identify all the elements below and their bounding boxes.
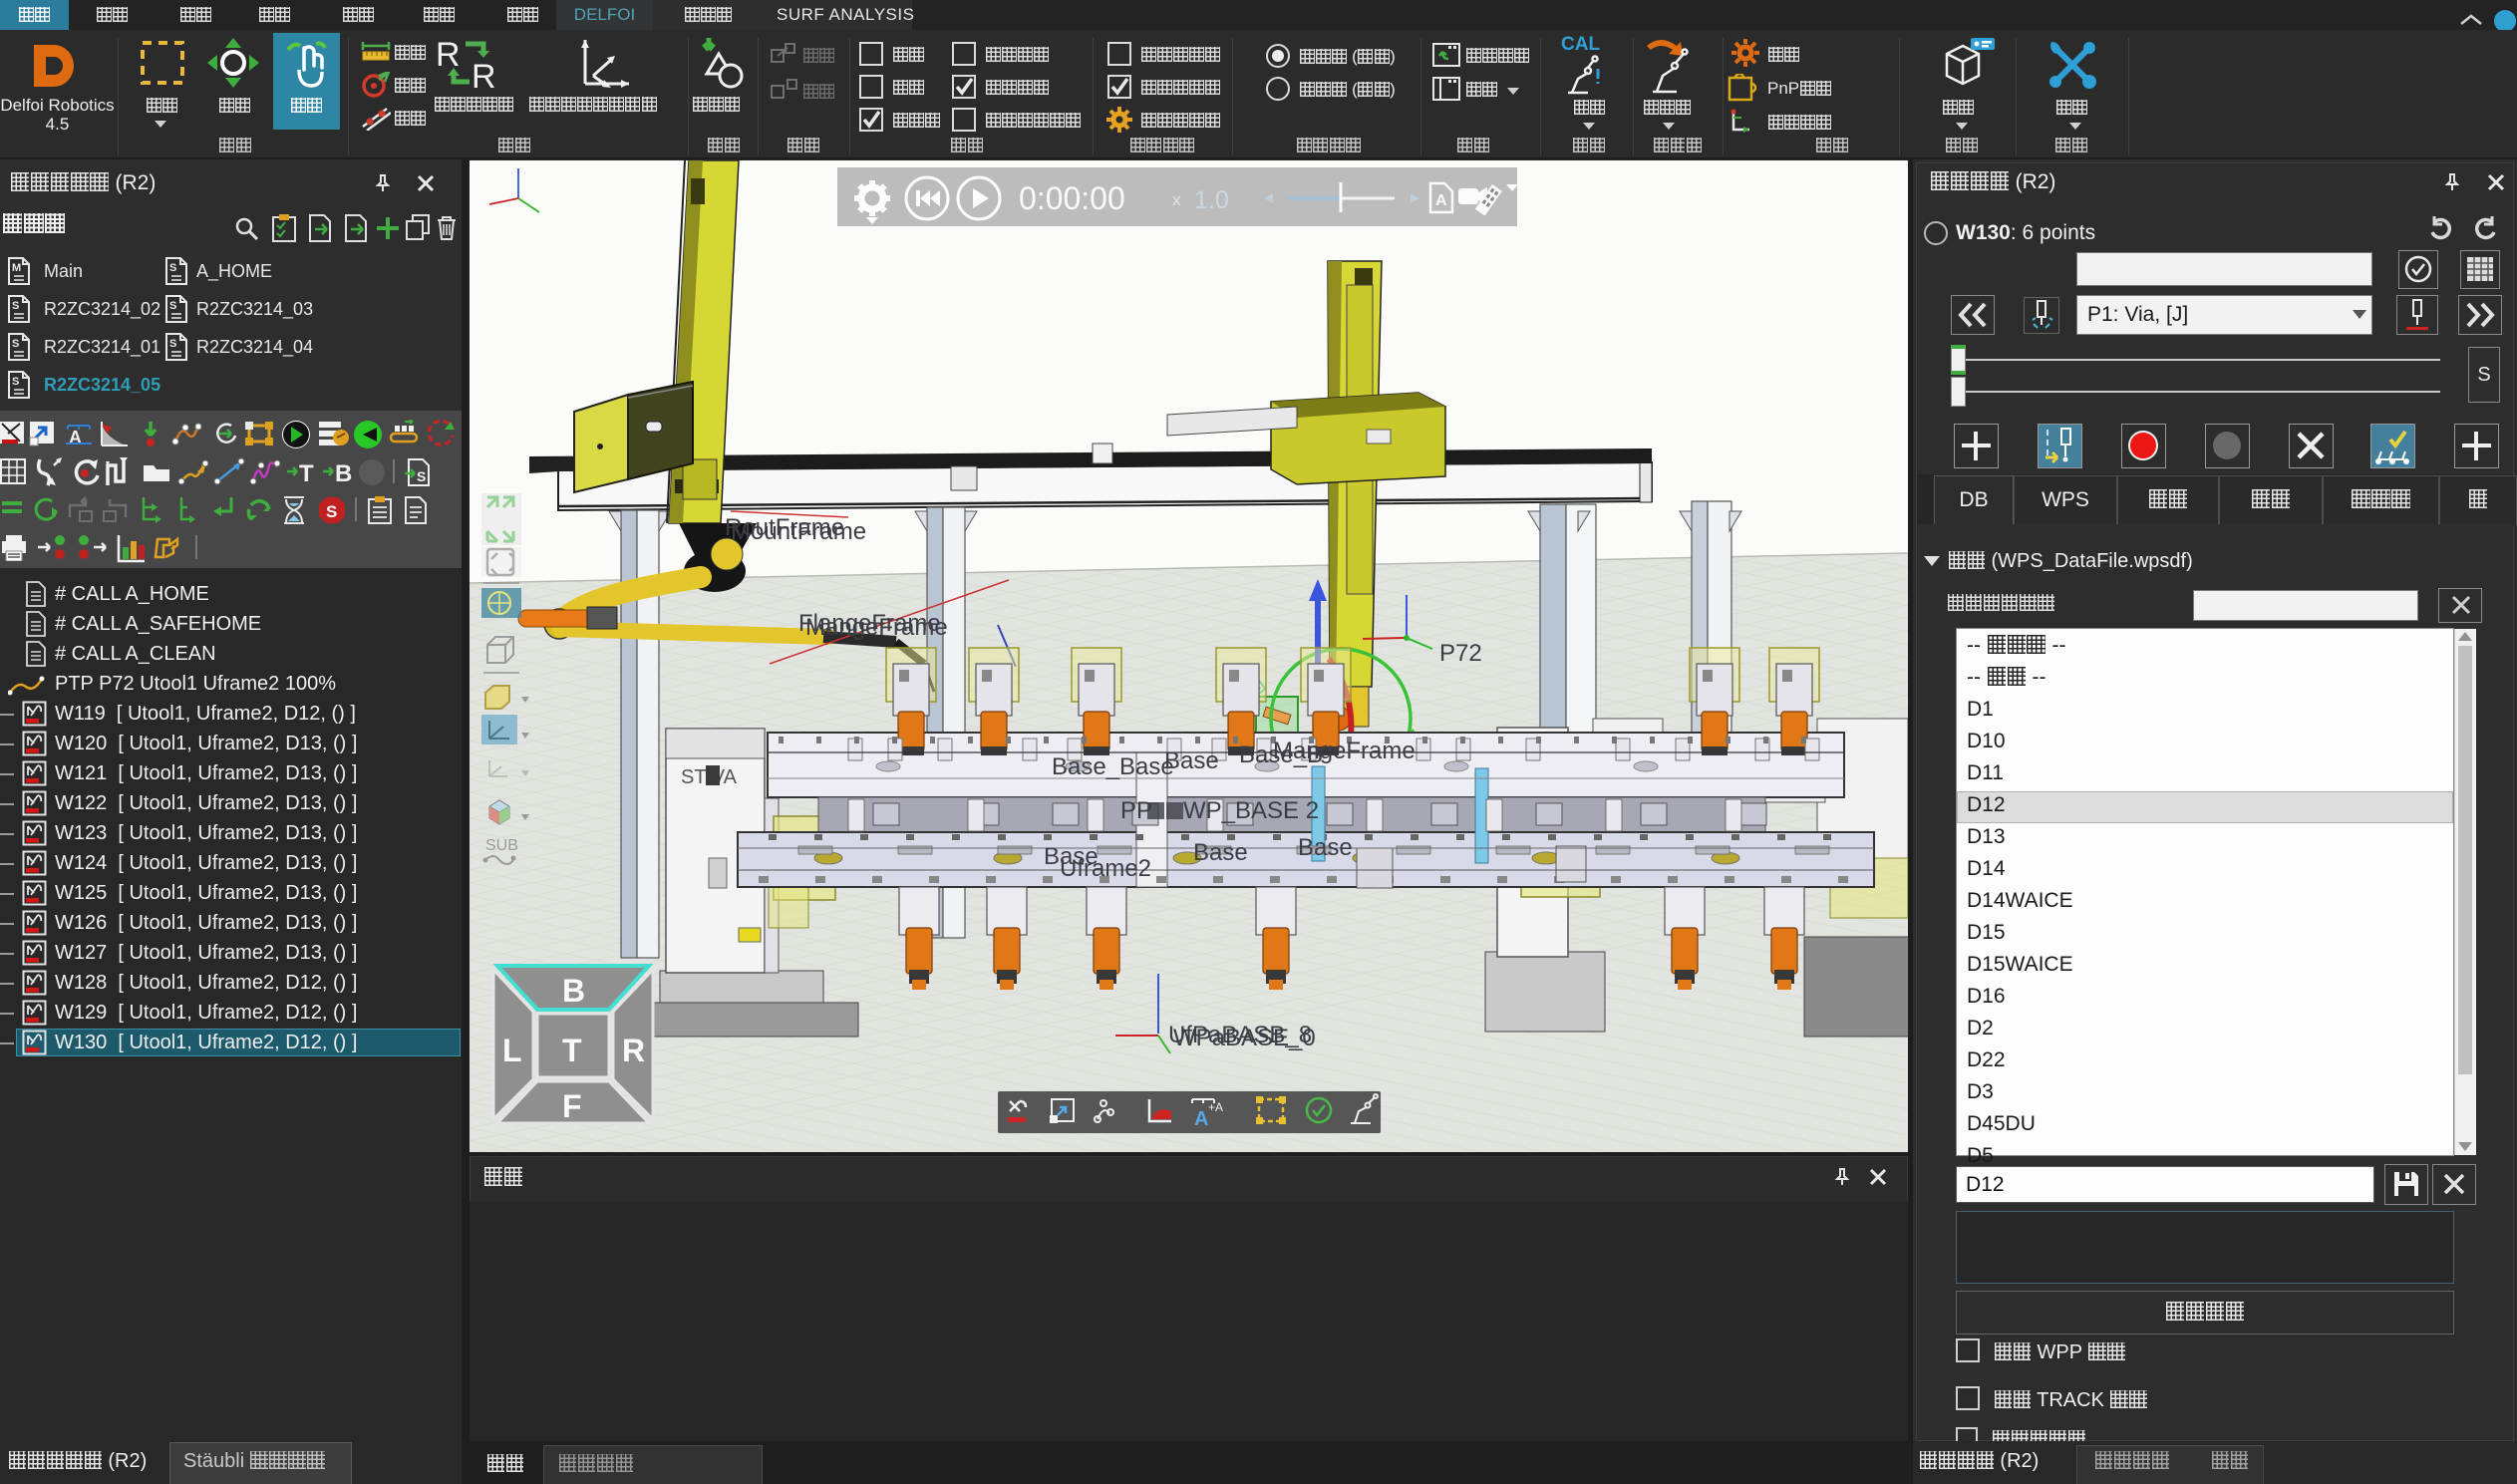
svg-text:A: A xyxy=(1194,1108,1208,1130)
svg-text:S: S xyxy=(12,338,19,350)
svg-text:SUB: SUB xyxy=(485,837,518,854)
svg-text:S: S xyxy=(169,338,176,350)
svg-text:R: R xyxy=(472,58,496,94)
svg-text:F: F xyxy=(562,1088,582,1124)
svg-text:1.0: 1.0 xyxy=(1194,186,1229,214)
svg-text:T: T xyxy=(299,460,314,485)
svg-text:T: T xyxy=(562,1033,582,1068)
svg-text:S: S xyxy=(417,468,426,484)
svg-text:0:00:00: 0:00:00 xyxy=(1019,180,1125,216)
svg-text:WPaBASE_0: WPaBASE_0 xyxy=(1173,1025,1316,1051)
svg-text:B: B xyxy=(562,973,585,1009)
svg-text:Base: Base xyxy=(1164,747,1219,774)
svg-text:WP_BASE 2: WP_BASE 2 xyxy=(1183,797,1319,824)
svg-text:R: R xyxy=(436,36,461,74)
svg-text:L: L xyxy=(502,1033,522,1068)
svg-text:Base_Base: Base_Base xyxy=(1052,753,1174,780)
svg-text:x: x xyxy=(1172,190,1181,209)
svg-text:R: R xyxy=(622,1033,645,1068)
svg-text:A: A xyxy=(1435,192,1447,209)
svg-text:M: M xyxy=(12,262,21,274)
svg-text:S: S xyxy=(169,262,176,274)
svg-text:S: S xyxy=(169,300,176,312)
svg-text:S: S xyxy=(12,376,19,388)
svg-text:Base: Base xyxy=(1298,834,1353,861)
svg-text:FlangeFrame: FlangeFrame xyxy=(798,610,941,637)
svg-text:Base: Base xyxy=(1193,839,1248,866)
svg-text:MangeFrame: MangeFrame xyxy=(1273,738,1416,764)
svg-text:S: S xyxy=(326,502,337,521)
svg-text:S: S xyxy=(12,300,19,312)
svg-text:P72: P72 xyxy=(1439,640,1482,667)
svg-text:B: B xyxy=(335,460,352,485)
svg-text:Uframe2: Uframe2 xyxy=(1060,855,1151,882)
svg-text:RoutFrame: RoutFrame xyxy=(725,514,844,541)
svg-text:+A: +A xyxy=(1208,1100,1223,1114)
